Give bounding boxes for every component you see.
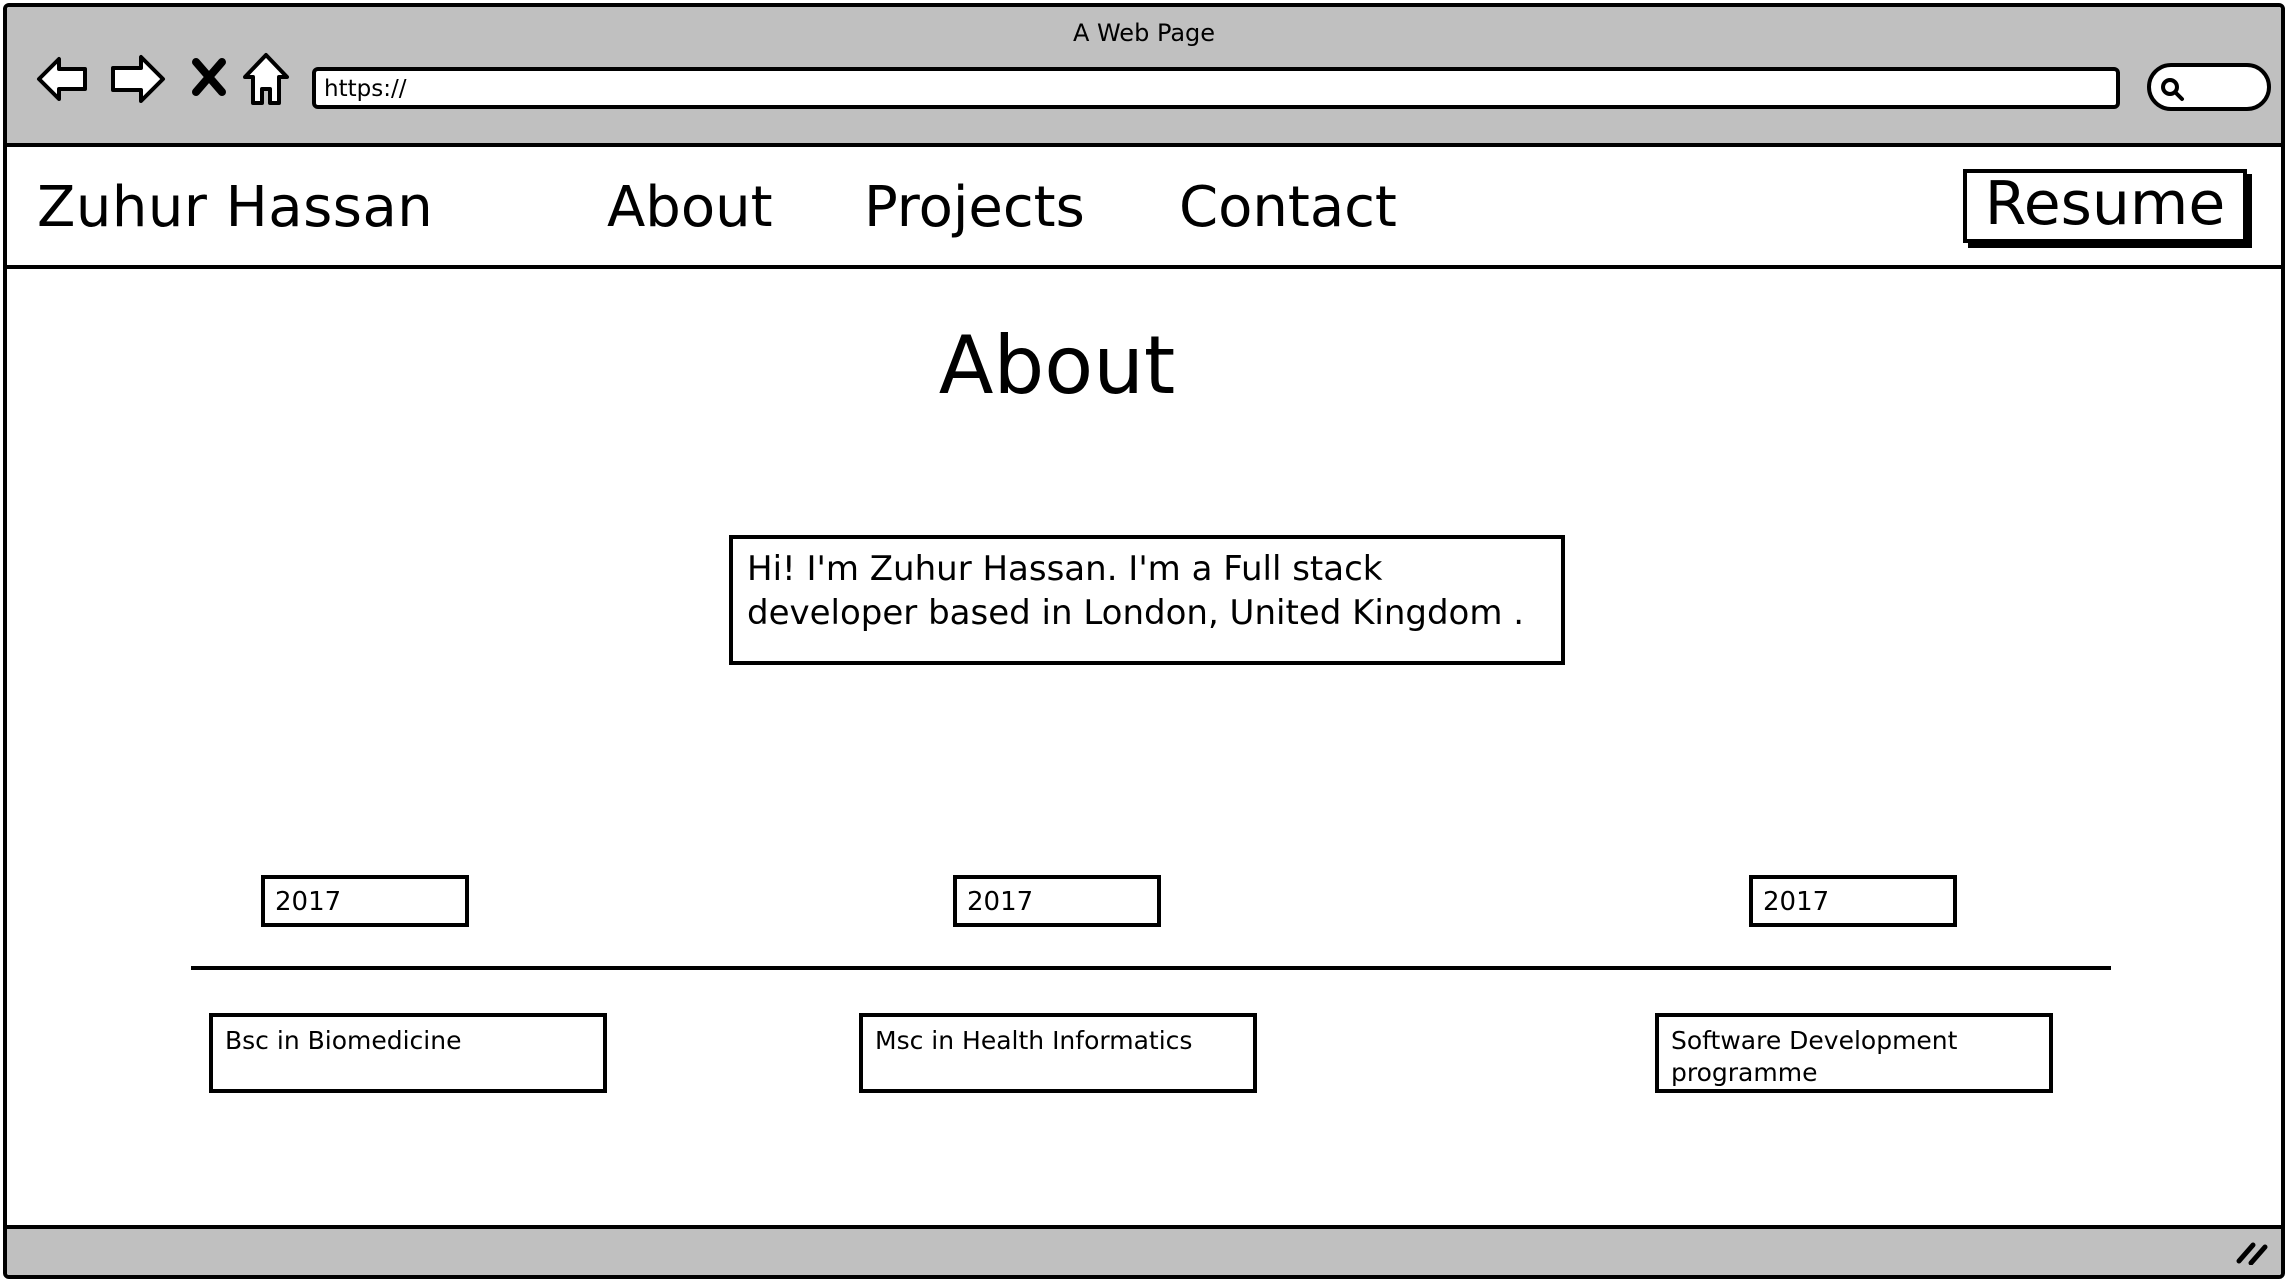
timeline-year-3: 2017: [1749, 875, 1957, 927]
status-bar: [7, 1225, 2281, 1275]
browser-search-field[interactable]: [2147, 63, 2271, 111]
back-arrow-icon[interactable]: [35, 51, 91, 107]
browser-window: A Web Page https:// Zuhur Hassan About P…: [3, 3, 2285, 1279]
timeline-entry-1: Bsc in Biomedicine: [209, 1013, 607, 1093]
close-x-icon[interactable]: [191, 57, 227, 97]
nav-link-about[interactable]: About: [607, 175, 773, 240]
page-title: About: [938, 319, 1176, 412]
browser-toolbar: A Web Page https://: [7, 7, 2281, 147]
timeline-year-2: 2017: [953, 875, 1161, 927]
timeline-entry-2: Msc in Health Informatics: [859, 1013, 1257, 1093]
timeline-entry-3: Software Development programme: [1655, 1013, 2053, 1093]
forward-arrow-icon[interactable]: [107, 51, 167, 107]
site-brand[interactable]: Zuhur Hassan: [37, 175, 433, 240]
search-icon: [2161, 78, 2184, 101]
site-header: Zuhur Hassan About Projects Contact Resu…: [7, 147, 2281, 269]
nav-link-contact[interactable]: Contact: [1179, 175, 1397, 240]
window-title: A Web Page: [1072, 19, 1216, 47]
intro-text: Hi! I'm Zuhur Hassan. I'm a Full stack d…: [729, 535, 1565, 665]
home-icon[interactable]: [241, 51, 291, 107]
resume-button[interactable]: Resume: [1963, 169, 2247, 243]
url-input[interactable]: https://: [312, 67, 2120, 109]
timeline-axis: [191, 966, 2111, 970]
nav-link-projects[interactable]: Projects: [864, 175, 1085, 240]
timeline-year-1: 2017: [261, 875, 469, 927]
resize-grip-icon[interactable]: [2235, 1235, 2269, 1269]
